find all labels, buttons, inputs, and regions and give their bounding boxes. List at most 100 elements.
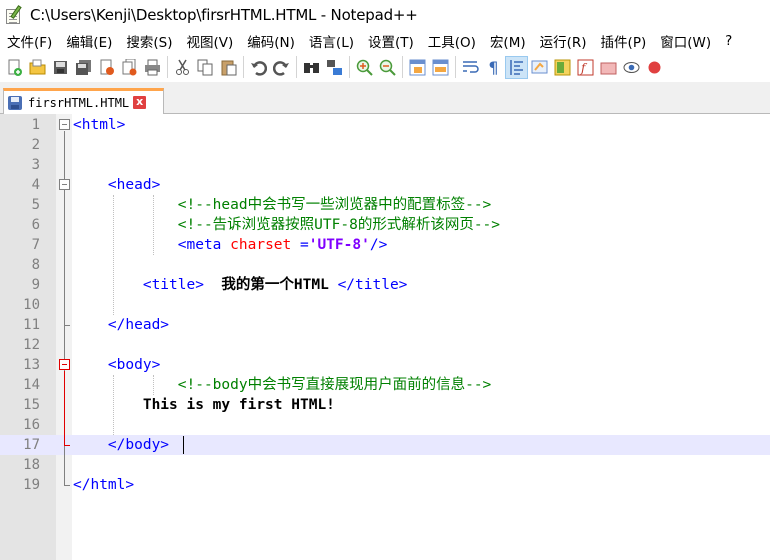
copy-icon[interactable]: [194, 56, 217, 79]
menu-item-6[interactable]: 设置(T): [361, 31, 421, 51]
code-line[interactable]: 19 </html>: [0, 475, 770, 495]
new-file-icon[interactable]: [3, 56, 26, 79]
fold-end: [64, 485, 70, 486]
code-line[interactable]: 15 This is my first HTML!: [0, 395, 770, 415]
code-token-tag: </body>: [107, 437, 170, 453]
toolbar-separator: [296, 56, 297, 78]
code-token-tag: <title>: [142, 277, 204, 293]
code-line[interactable]: 10: [0, 295, 770, 315]
code-token-tag: =: [291, 237, 309, 253]
code-line[interactable]: 17 </body>: [0, 435, 770, 455]
close-all-icon[interactable]: [118, 56, 141, 79]
saved-file-icon: [8, 95, 22, 110]
cut-icon[interactable]: [171, 56, 194, 79]
code-text: <!--告诉浏览器按照UTF-8的形式解析该网页-->: [73, 215, 500, 235]
menu-item-3[interactable]: 视图(V): [180, 31, 241, 51]
code-line[interactable]: 7 <meta charset ='UTF-8'/>: [0, 235, 770, 255]
user-defined-language-icon[interactable]: [528, 56, 551, 79]
menu-item-12[interactable]: ?: [718, 33, 739, 49]
menu-item-4[interactable]: 编码(N): [240, 31, 302, 51]
undo-icon[interactable]: [247, 56, 270, 79]
monitoring-eye-icon[interactable]: [620, 56, 643, 79]
print-icon[interactable]: [141, 56, 164, 79]
save-icon[interactable]: [49, 56, 72, 79]
zoom-out-icon[interactable]: [376, 56, 399, 79]
menu-item-1[interactable]: 编辑(E): [59, 31, 119, 51]
fold-collapse-icon[interactable]: [59, 179, 70, 190]
paste-icon[interactable]: [217, 56, 240, 79]
fold-collapse-icon[interactable]: [59, 359, 70, 370]
code-line[interactable]: 12: [0, 335, 770, 355]
code-text: <!--head中会书写一些浏览器中的配置标签-->: [73, 195, 492, 215]
menu-item-8[interactable]: 宏(M): [483, 31, 533, 51]
code-line[interactable]: 5 <!--head中会书写一些浏览器中的配置标签-->: [0, 195, 770, 215]
function-list-icon[interactable]: f: [574, 56, 597, 79]
line-number: 6: [31, 217, 40, 233]
code-line[interactable]: 16: [0, 415, 770, 435]
toolbar-separator: [243, 56, 244, 78]
tab-bar: firsrHTML.HTML x: [0, 82, 770, 114]
code-token-attr: charset: [230, 237, 292, 253]
code-line[interactable]: 14 <!--body中会书写直接展现用户面前的信息-->: [0, 375, 770, 395]
code-line[interactable]: 1 <html>: [0, 115, 770, 135]
replace-icon[interactable]: [323, 56, 346, 79]
line-number: 9: [31, 277, 40, 293]
menu-item-5[interactable]: 语言(L): [302, 31, 361, 51]
code-line[interactable]: 18: [0, 455, 770, 475]
indent-guide-icon[interactable]: [505, 55, 528, 79]
open-file-icon[interactable]: [26, 56, 49, 79]
code-line[interactable]: 8: [0, 255, 770, 275]
menu-item-9[interactable]: 运行(R): [533, 31, 594, 51]
menu-item-7[interactable]: 工具(O): [421, 31, 483, 51]
sync-vertical-icon[interactable]: [406, 56, 429, 79]
document-map-icon[interactable]: [551, 56, 574, 79]
close-tab-icon[interactable]: x: [133, 96, 147, 109]
title-bar: C:\Users\Kenji\Desktop\firsrHTML.HTML - …: [0, 0, 770, 30]
code-token-val: 'UTF-8': [308, 237, 370, 253]
menu-item-0[interactable]: 文件(F): [0, 31, 59, 51]
fold-end: [64, 445, 70, 446]
toolbar-separator: [167, 56, 168, 78]
word-wrap-icon[interactable]: [459, 56, 482, 79]
code-line[interactable]: 6 <!--告诉浏览器按照UTF-8的形式解析该网页-->: [0, 215, 770, 235]
code-line[interactable]: 2: [0, 135, 770, 155]
code-text: </html>: [73, 475, 134, 495]
code-line[interactable]: 3: [0, 155, 770, 175]
indent-guide: [153, 375, 154, 395]
menu-item-11[interactable]: 窗口(W): [653, 31, 718, 51]
indent-guide: [113, 195, 114, 315]
code-line[interactable]: 11 </head>: [0, 315, 770, 335]
toolbar-separator: [349, 56, 350, 78]
code-line[interactable]: 4 <head>: [0, 175, 770, 195]
folder-as-workspace-icon[interactable]: [597, 56, 620, 79]
code-line[interactable]: 9 <title> 我的第一个HTML </title>: [0, 275, 770, 295]
fold-collapse-icon[interactable]: [59, 119, 70, 130]
line-number: 5: [31, 197, 40, 213]
fold-line: [64, 371, 65, 445]
show-all-characters-icon[interactable]: ¶: [482, 56, 505, 79]
menu-item-10[interactable]: 插件(P): [594, 31, 654, 51]
tab-firsrhtml[interactable]: firsrHTML.HTML x: [3, 88, 164, 114]
line-number: 8: [31, 257, 40, 273]
zoom-in-icon[interactable]: [353, 56, 376, 79]
line-number: 11: [23, 317, 40, 333]
close-file-icon[interactable]: [95, 56, 118, 79]
toolbar-separator: [402, 56, 403, 78]
tab-label: firsrHTML.HTML: [28, 95, 130, 110]
code-text: </head>: [73, 315, 169, 335]
line-number: 7: [31, 237, 40, 253]
window-title: C:\Users\Kenji\Desktop\firsrHTML.HTML - …: [30, 6, 418, 24]
sync-horizontal-icon[interactable]: [429, 56, 452, 79]
find-icon[interactable]: [300, 56, 323, 79]
save-all-icon[interactable]: [72, 56, 95, 79]
code-line[interactable]: 13 <body>: [0, 355, 770, 375]
menu-item-2[interactable]: 搜索(S): [119, 31, 179, 51]
line-number: 3: [31, 157, 40, 173]
code-editor[interactable]: 1 <html> 2 3 4 <head> 5 <!--head中会书写一些浏览器中的配置…: [0, 114, 770, 560]
redo-icon[interactable]: [270, 56, 293, 79]
record-macro-icon[interactable]: [643, 56, 666, 79]
code-text: <html>: [73, 115, 125, 135]
